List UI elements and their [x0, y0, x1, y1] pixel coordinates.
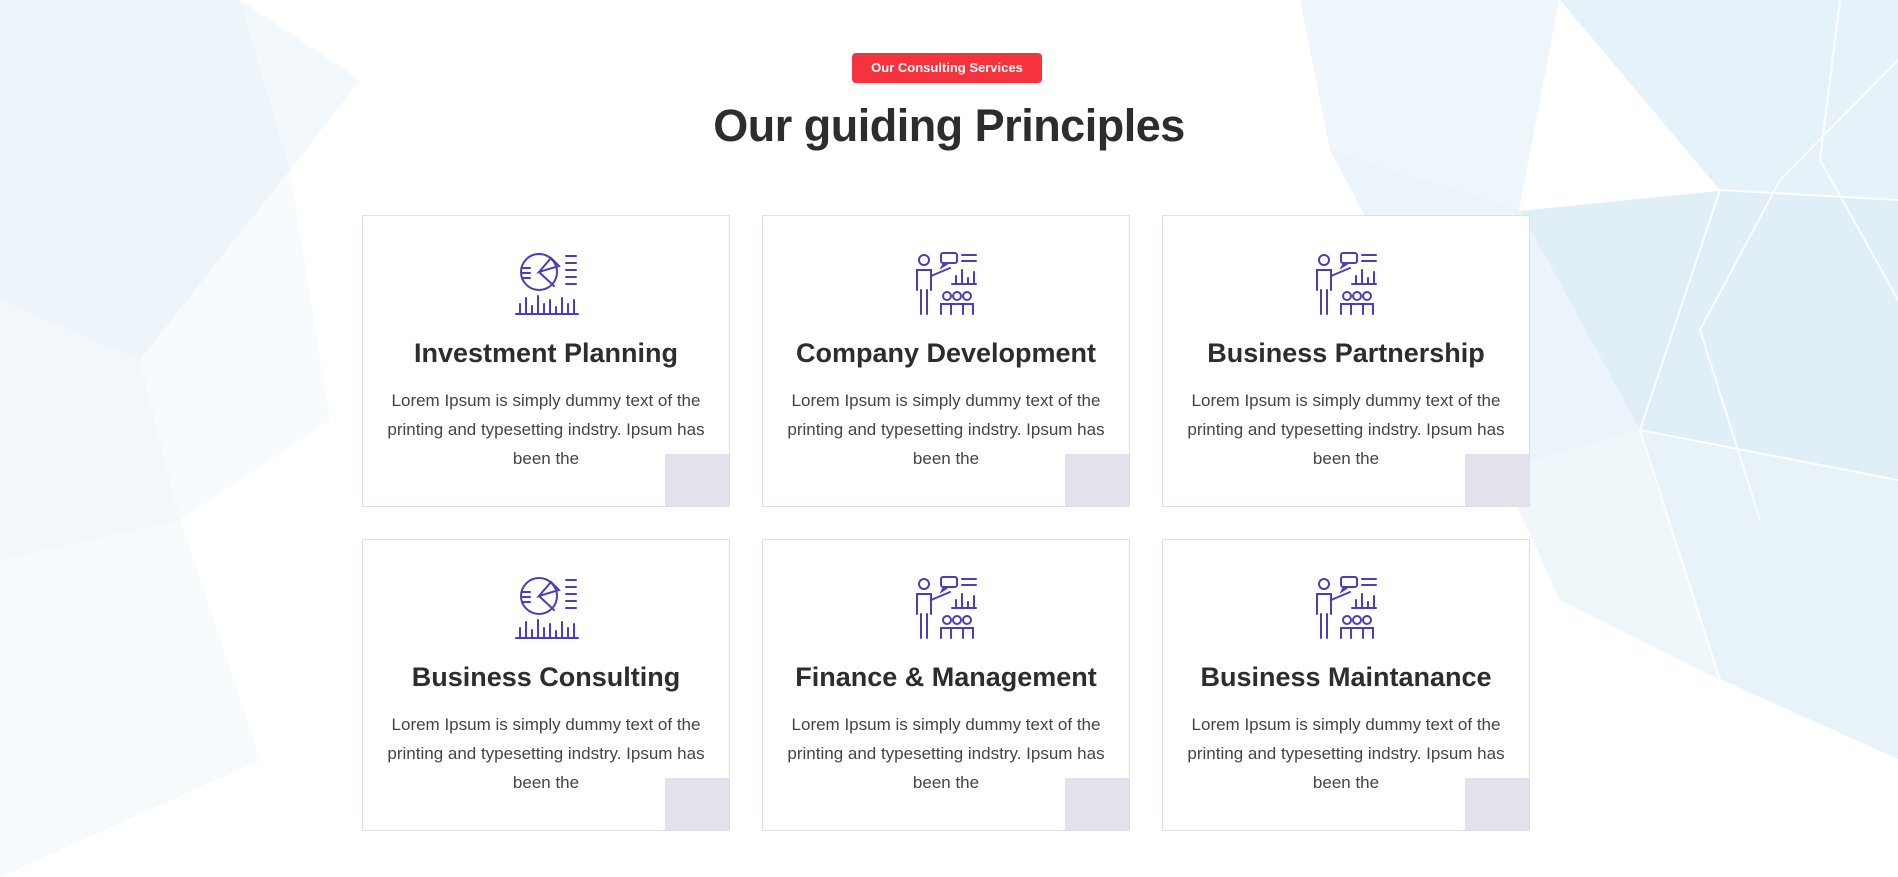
pie-chart-icon: [515, 253, 579, 315]
presentation-icon: [916, 576, 977, 639]
card-corner-accent: [1065, 778, 1129, 830]
presentation-icon: [1316, 576, 1377, 639]
card-title: Finance & Management: [795, 662, 1097, 692]
card-corner-accent: [1065, 454, 1129, 506]
pie-chart-icon: [515, 577, 579, 639]
service-card-business-partnership[interactable]: Business Partnership Lorem Ipsum is simp…: [1162, 215, 1530, 507]
card-corner-accent: [1465, 454, 1529, 506]
service-card-investment-planning[interactable]: Investment Planning Lorem Ipsum is simpl…: [362, 215, 730, 507]
presentation-icon: [916, 252, 977, 315]
service-card-finance-management[interactable]: Finance & Management Lorem Ipsum is simp…: [762, 539, 1130, 831]
service-card-company-development[interactable]: Company Development Lorem Ipsum is simpl…: [762, 215, 1130, 507]
card-title: Business Maintanance: [1200, 662, 1492, 692]
card-title: Business Partnership: [1207, 338, 1485, 368]
card-corner-accent: [665, 454, 729, 506]
card-corner-accent: [665, 778, 729, 830]
card-title: Business Consulting: [411, 662, 681, 692]
card-title: Company Development: [795, 338, 1097, 368]
section-badge: Our Consulting Services: [852, 53, 1042, 83]
page-title: Our guiding Principles: [713, 100, 1185, 151]
presentation-icon: [1316, 252, 1377, 315]
service-card-business-consulting[interactable]: Business Consulting Lorem Ipsum is simpl…: [362, 539, 730, 831]
card-corner-accent: [1465, 778, 1529, 830]
card-title: Investment Planning: [413, 338, 679, 368]
service-card-business-maintanance[interactable]: Business Maintanance Lorem Ipsum is simp…: [1162, 539, 1530, 831]
